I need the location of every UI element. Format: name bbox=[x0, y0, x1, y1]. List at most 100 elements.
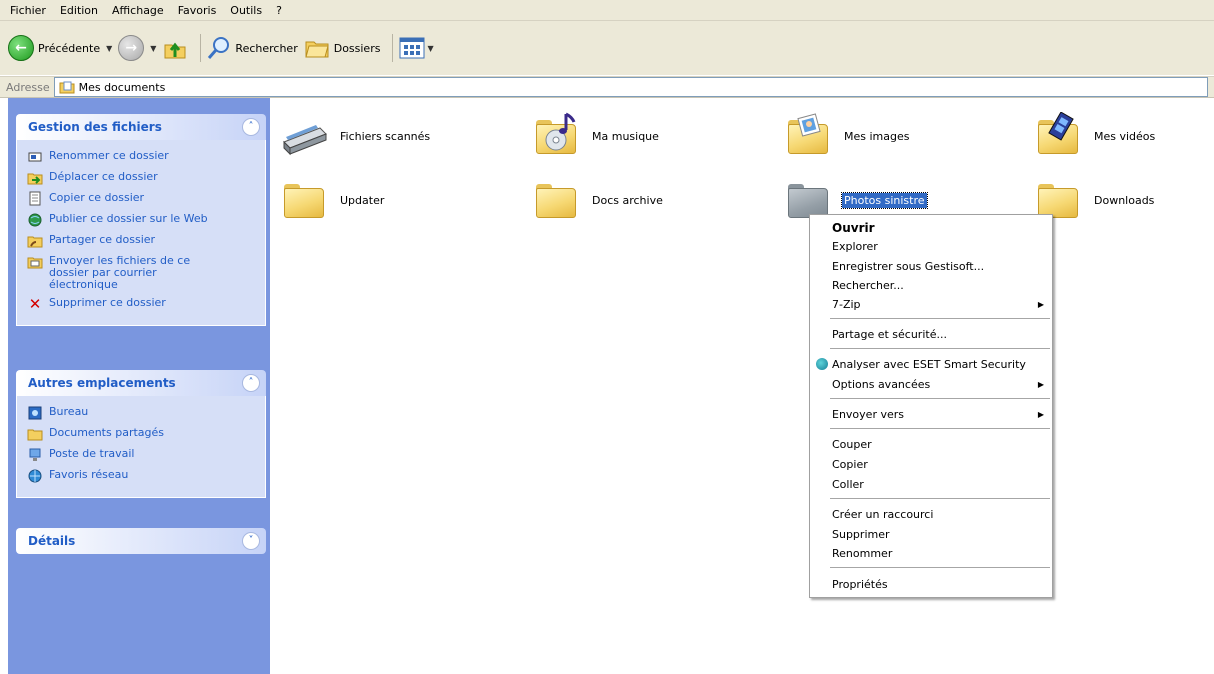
folder-view: Fichiers scannés Ma musique Mes images M… bbox=[270, 98, 1214, 674]
share-folder-icon bbox=[27, 233, 43, 249]
move-folder-icon bbox=[27, 170, 43, 186]
folders-label: Dossiers bbox=[333, 41, 381, 55]
menu-item-create-shortcut[interactable]: Créer un raccourci bbox=[810, 505, 1052, 524]
publish-web-task[interactable]: Publier ce dossier sur le Web bbox=[27, 212, 257, 228]
menu-outils[interactable]: Outils bbox=[223, 4, 269, 17]
network-places-link[interactable]: Favoris réseau bbox=[27, 468, 257, 484]
menu-item-label: Rechercher... bbox=[832, 279, 904, 292]
menu-fichier[interactable]: Fichier bbox=[0, 4, 53, 17]
music-folder-icon bbox=[532, 112, 582, 160]
menu-item-label: Supprimer bbox=[832, 528, 890, 541]
menu-item-save-gestisoft[interactable]: Enregistrer sous Gestisoft... bbox=[810, 257, 1052, 276]
expand-icon[interactable]: ˅ bbox=[242, 532, 260, 550]
folder-item[interactable]: Fichiers scannés bbox=[280, 110, 432, 162]
menu-item-properties[interactable]: Propriétés bbox=[810, 575, 1052, 594]
folder-item[interactable]: Ma musique bbox=[532, 110, 661, 162]
submenu-arrow-icon: ▶ bbox=[1037, 410, 1044, 419]
folder-icon bbox=[532, 176, 582, 224]
menu-item-advanced-options[interactable]: Options avancées ▶ bbox=[810, 375, 1052, 394]
menu-item-explore[interactable]: Explorer bbox=[810, 237, 1052, 256]
up-folder-icon bbox=[164, 42, 186, 59]
desktop-link[interactable]: Bureau bbox=[27, 405, 257, 421]
menu-edition[interactable]: Edition bbox=[53, 4, 105, 17]
menu-separator bbox=[830, 318, 1050, 319]
file-tasks-panel: Gestion des fichiers ˄ Renommer ce dossi… bbox=[16, 114, 266, 326]
shared-documents-link[interactable]: Documents partagés bbox=[27, 426, 257, 442]
email-files-task[interactable]: Envoyer les fichiers de ce dossier par c… bbox=[27, 254, 257, 291]
globe-icon bbox=[27, 212, 43, 228]
folders-icon bbox=[305, 41, 329, 58]
address-label: Adresse bbox=[6, 80, 50, 94]
menu-separator bbox=[830, 567, 1050, 568]
address-bar: Adresse Mes documents bbox=[0, 76, 1214, 98]
menu-separator bbox=[830, 428, 1050, 429]
rename-folder-task[interactable]: Renommer ce dossier bbox=[27, 149, 257, 165]
menu-item-cut[interactable]: Couper bbox=[810, 435, 1052, 454]
menu-item-label: Ouvrir bbox=[832, 220, 875, 235]
file-tasks-header[interactable]: Gestion des fichiers ˄ bbox=[16, 114, 266, 140]
menu-item-label: Envoyer vers bbox=[832, 408, 904, 421]
menu-item-copy[interactable]: Copier bbox=[810, 455, 1052, 474]
collapse-icon[interactable]: ˄ bbox=[242, 118, 260, 136]
menu-item-eset-scan[interactable]: Analyser avec ESET Smart Security bbox=[810, 355, 1052, 374]
folder-item[interactable]: Updater bbox=[280, 174, 386, 226]
views-button[interactable]: ▼ bbox=[399, 33, 434, 63]
other-places-body: Bureau Documents partagés Poste de trava… bbox=[16, 396, 266, 498]
menu-favoris[interactable]: Favoris bbox=[171, 4, 224, 17]
publish-web-label: Publier ce dossier sur le Web bbox=[49, 212, 208, 225]
chevron-down-icon[interactable]: ▼ bbox=[150, 44, 156, 53]
collapse-icon[interactable]: ˄ bbox=[242, 374, 260, 392]
menu-item-label: Créer un raccourci bbox=[832, 508, 934, 521]
search-button[interactable]: Rechercher bbox=[207, 33, 298, 63]
chevron-down-icon[interactable]: ▼ bbox=[427, 44, 433, 53]
chevron-down-icon[interactable]: ▼ bbox=[106, 44, 112, 53]
menu-item-7zip[interactable]: 7-Zip ▶ bbox=[810, 295, 1052, 314]
delete-folder-label: Supprimer ce dossier bbox=[49, 296, 166, 309]
address-input[interactable]: Mes documents bbox=[53, 77, 1208, 97]
menu-item-label: 7-Zip bbox=[832, 298, 861, 311]
my-computer-label: Poste de travail bbox=[49, 447, 135, 460]
menu-item-label: Propriétés bbox=[832, 578, 888, 591]
menu-item-search[interactable]: Rechercher... bbox=[810, 276, 1052, 295]
my-documents-icon bbox=[59, 81, 75, 94]
up-folder-button[interactable] bbox=[162, 33, 188, 63]
menu-item-paste[interactable]: Coller bbox=[810, 475, 1052, 494]
search-label: Rechercher bbox=[235, 41, 298, 55]
share-folder-label: Partager ce dossier bbox=[49, 233, 156, 246]
menu-affichage[interactable]: Affichage bbox=[105, 4, 171, 17]
other-places-header[interactable]: Autres emplacements ˄ bbox=[16, 370, 266, 396]
menu-item-label: Explorer bbox=[832, 240, 878, 253]
views-icon bbox=[399, 37, 425, 59]
computer-icon bbox=[27, 447, 43, 463]
folder-item[interactable]: Mes images bbox=[784, 110, 911, 162]
other-places-panel: Autres emplacements ˄ Bureau Documents p… bbox=[16, 370, 266, 498]
move-folder-task[interactable]: Déplacer ce dossier bbox=[27, 170, 257, 186]
menu-separator bbox=[830, 498, 1050, 499]
menu-item-label: Options avancées bbox=[832, 378, 931, 391]
details-header[interactable]: Détails ˅ bbox=[16, 528, 266, 554]
back-button[interactable]: ← Précédente ▼ bbox=[8, 33, 112, 63]
delete-folder-task[interactable]: ✕ Supprimer ce dossier bbox=[27, 295, 257, 313]
folder-item[interactable]: Mes vidéos bbox=[1034, 110, 1157, 162]
folder-item[interactable]: Docs archive bbox=[532, 174, 665, 226]
menu-item-open[interactable]: Ouvrir bbox=[810, 218, 1052, 237]
desktop-label: Bureau bbox=[49, 405, 89, 418]
my-computer-link[interactable]: Poste de travail bbox=[27, 447, 257, 463]
file-tasks-body: Renommer ce dossier Déplacer ce dossier … bbox=[16, 140, 266, 326]
menu-item-sharing-security[interactable]: Partage et sécurité... bbox=[810, 325, 1052, 344]
menu-item-delete[interactable]: Supprimer bbox=[810, 525, 1052, 544]
folders-button[interactable]: Dossiers bbox=[304, 33, 381, 63]
copy-folder-task[interactable]: Copier ce dossier bbox=[27, 191, 257, 207]
menu-item-send-to[interactable]: Envoyer vers ▶ bbox=[810, 405, 1052, 424]
menu-help[interactable]: ? bbox=[269, 4, 289, 17]
back-label: Précédente bbox=[38, 41, 101, 55]
details-title: Détails bbox=[28, 534, 76, 548]
menu-item-rename[interactable]: Renommer bbox=[810, 544, 1052, 563]
desktop-icon bbox=[27, 405, 43, 421]
menu-item-label: Enregistrer sous Gestisoft... bbox=[832, 260, 985, 273]
forward-arrow-icon: → bbox=[118, 35, 145, 61]
rename-folder-label: Renommer ce dossier bbox=[49, 149, 169, 162]
move-folder-label: Déplacer ce dossier bbox=[49, 170, 158, 183]
forward-button[interactable]: → ▼ bbox=[118, 33, 156, 63]
share-folder-task[interactable]: Partager ce dossier bbox=[27, 233, 257, 249]
